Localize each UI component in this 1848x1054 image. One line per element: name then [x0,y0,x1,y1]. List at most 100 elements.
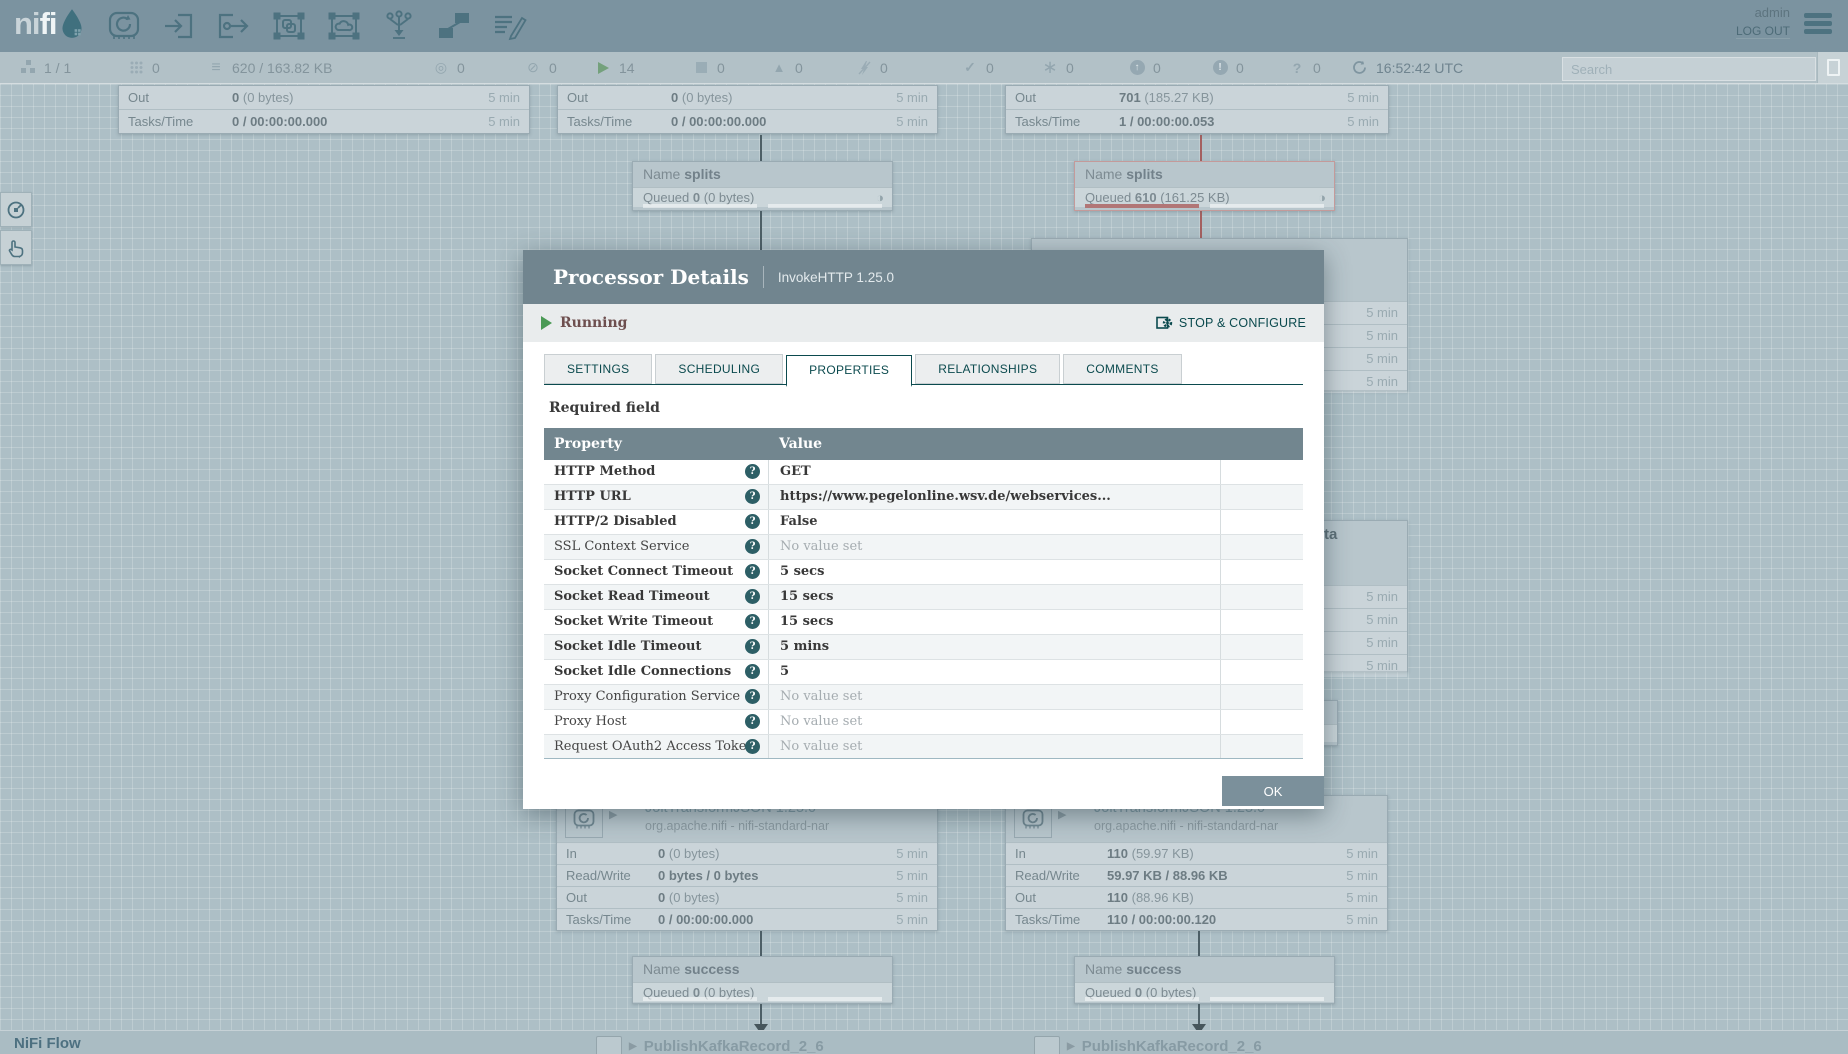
help-icon[interactable]: ? [745,739,760,754]
stale-up-arrow-icon: ↑ [1129,60,1145,75]
stat-row: Out0 (0 bytes)5 min [558,86,937,109]
warning-triangle-icon: ▲ [771,60,787,75]
processor-jolt-right[interactable]: ▶ JoltTransformJSON 1.25.0 org.apache.ni… [1005,795,1388,931]
not-transmitting-icon: ⊘ [525,59,541,76]
connection-name: Name splits [633,162,892,187]
hand-pointer-icon [7,238,25,258]
help-icon[interactable]: ? [745,664,760,679]
dialog-body: SETTINGSSCHEDULINGPROPERTIESRELATIONSHIP… [523,342,1324,759]
run-status-label: Running [560,315,627,331]
check-icon: ✓ [962,59,978,76]
stat-row: Tasks/Time110 / 00:00:00.1205 min [1006,908,1387,930]
queue-size-bar [1210,204,1324,208]
remote-process-group-icon[interactable] [325,8,363,44]
navigate-palette-button[interactable] [0,192,32,227]
input-port-icon[interactable] [160,8,198,44]
breadcrumb[interactable]: NiFi Flow [14,1035,81,1052]
tab-scheduling[interactable]: SCHEDULING [655,354,783,384]
column-value: Value [768,428,1303,460]
stat-row: Out0 (0 bytes)5 min [119,86,529,109]
processor-type-name: PublishKafkaRecord_2_6 [644,1038,824,1054]
caret-icon: ▶ [1067,1041,1075,1052]
caret-icon: ▶ [609,808,617,821]
help-icon[interactable]: ? [745,564,760,579]
help-icon[interactable]: ? [745,514,760,529]
connection-label-success-right[interactable]: Name success Queued 0 (0 bytes) [1074,956,1335,1004]
tab-properties[interactable]: PROPERTIES [786,355,912,387]
stat-row: Tasks/Time1 / 00:00:00.0535 min [1006,109,1388,133]
stopped-status: 0 [693,60,771,76]
stop-and-configure-button[interactable]: STOP & CONFIGURE [1156,315,1306,331]
queue-count-bar [643,997,757,1001]
process-group-icon[interactable] [270,8,308,44]
nifi-app: nifi [0,0,1848,1054]
processor-icon[interactable] [105,8,143,44]
connection-label-splits-left[interactable]: Name splits Queued 0 (0 bytes) ◑ [632,161,893,211]
top-toolbar: nifi [0,0,1848,52]
question-icon: ? [1289,60,1305,76]
not-transmitting-status: ⊘ 0 [525,59,595,76]
queue-count-bar [1085,997,1199,1001]
cluster-icon [20,60,36,75]
last-refreshed-time: 16:52:42 UTC [1376,60,1463,76]
processor-bundle: org.apache.nifi - nifi-standard-nar [645,819,829,833]
table-row: Proxy Configuration Service?No value set [544,685,1303,710]
operate-palette-button[interactable] [0,230,32,265]
refresh-icon[interactable] [1351,60,1367,75]
flag-icon[interactable] [1817,52,1848,83]
locally-modified-status: ∗ 0 [1042,57,1129,78]
funnel-icon[interactable] [380,8,418,44]
search-input[interactable] [1562,57,1816,81]
logout-link[interactable]: LOG OUT [1736,24,1790,39]
column-property: Property [544,428,768,460]
table-row: HTTP/2 Disabled?False [544,510,1303,535]
label-icon[interactable] [490,8,528,44]
global-menu-icon[interactable] [1804,13,1832,37]
tab-comments[interactable]: COMMENTS [1063,354,1181,384]
processor-stats-top-mid[interactable]: Out0 (0 bytes)5 min Tasks/Time0 / 00:00:… [557,85,938,134]
stat-row: In0 (0 bytes)5 min [557,842,937,864]
cluster-status: 1 / 1 [20,60,128,76]
table-scroll-area[interactable]: HTTP Method?GET HTTP URL?https://www.peg… [544,460,1303,759]
help-icon[interactable]: ? [745,689,760,704]
user-block: admin LOG OUT [1736,5,1790,40]
sync-failure-status: ? 0 [1289,60,1351,76]
running-status: 14 [595,60,693,76]
queued-status: ≡ 620 / 163.82 KB [208,59,433,77]
disabled-bolt-icon [856,61,872,75]
caret-icon: ▶ [629,1041,637,1052]
help-icon[interactable]: ? [745,489,760,504]
template-icon[interactable] [435,8,473,44]
processor-jolt-left[interactable]: ▶ JoltTransformJSON 1.25.0 org.apache.ni… [556,795,938,931]
help-icon[interactable]: ? [745,589,760,604]
processor-kafka-right[interactable]: ▶ PublishKafkaRecord_2_6 [1034,1036,1262,1054]
up-to-date-status: ✓ 0 [962,59,1042,76]
queue-size-bar [768,204,882,208]
processor-kafka-left[interactable]: ▶ PublishKafkaRecord_2_6 [596,1036,824,1054]
processor-stats-top-right[interactable]: Out701 (185.27 KB)5 min Tasks/Time1 / 00… [1005,85,1389,134]
stat-row: Tasks/Time0 / 00:00:00.0005 min [557,908,937,930]
stat-row: Read/Write59.97 KB / 88.96 KB5 min [1006,864,1387,886]
ok-button[interactable]: OK [1222,776,1324,806]
help-icon[interactable]: ? [745,614,760,629]
processor-name-fragment: ta [1324,526,1337,543]
help-icon[interactable]: ? [745,639,760,654]
table-row: Socket Idle Timeout?5 mins [544,635,1303,660]
help-icon[interactable]: ? [745,464,760,479]
connection-name: Name success [1075,957,1334,982]
queue-count-bar [1085,204,1199,208]
tab-relationships[interactable]: RELATIONSHIPS [915,354,1060,384]
processor-details-dialog: Processor Details InvokeHTTP 1.25.0 Runn… [523,250,1324,809]
processor-stats-top-left[interactable]: Out0 (0 bytes)5 min Tasks/Time0 / 00:00:… [118,85,530,134]
help-icon[interactable]: ? [745,714,760,729]
dialog-subtitle: InvokeHTTP 1.25.0 [778,270,894,285]
nifi-logo: nifi [14,6,85,42]
help-icon[interactable]: ? [745,539,760,554]
connection-label-splits-right[interactable]: Name splits Queued 610 (161.25 KB) ◑ [1074,161,1335,211]
dialog-status-bar: Running STOP & CONFIGURE [523,304,1324,342]
tab-settings[interactable]: SETTINGS [544,354,652,384]
output-port-icon[interactable] [215,8,253,44]
connection-label-success-left[interactable]: Name success Queued 0 (0 bytes) [632,956,893,1004]
table-row: HTTP URL?https://www.pegelonline.wsv.de/… [544,485,1303,510]
droplet-icon [59,6,85,42]
